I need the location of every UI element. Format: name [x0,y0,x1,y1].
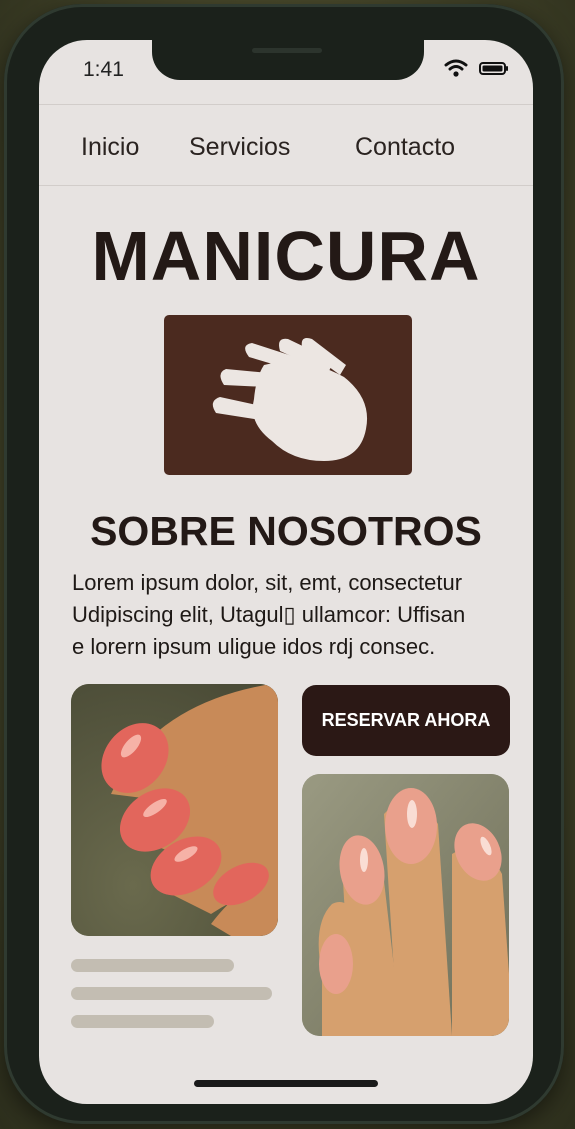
about-text: Lorem ipsum dolor, sit, emt, consectetur… [72,567,512,663]
phone-frame: 1:41 Inicio Servicios Contacto MANICURA [4,4,564,1124]
text-placeholder-bar [71,959,234,972]
about-text-line: Lorem ipsum dolor, sit, emt, consectetur [72,570,463,595]
manicure-photo-1 [71,684,278,936]
reservar-ahora-button[interactable]: RESERVAR AHORA [302,685,510,756]
home-indicator[interactable] [194,1080,378,1087]
nav-item-servicios[interactable]: Servicios [189,133,290,162]
hero-banner [164,315,412,475]
about-text-line: Udipiscing elit, Utagul▯ ullamcor: Uffis… [72,602,466,627]
hand-icon [212,338,368,461]
about-title: SOBRE NOSOTROS [90,508,482,554]
wifi-icon [444,59,468,77]
page-title: MANICURA [91,217,481,295]
speaker [252,48,322,53]
text-placeholder-bar [71,987,272,1000]
notch [152,40,424,80]
screen: 1:41 Inicio Servicios Contacto MANICURA [39,40,533,1104]
about-text-line: e lorern ipsum uligue idos rdj consec. [72,634,436,659]
status-time: 1:41 [83,58,124,81]
nav-item-inicio[interactable]: Inicio [81,133,139,162]
text-placeholder-bar [71,1015,214,1028]
nav-bar: Inicio Servicios Contacto [39,104,533,186]
manicure-photo-2 [302,774,509,1036]
battery-icon [479,62,508,75]
nav-item-contacto[interactable]: Contacto [355,133,455,162]
